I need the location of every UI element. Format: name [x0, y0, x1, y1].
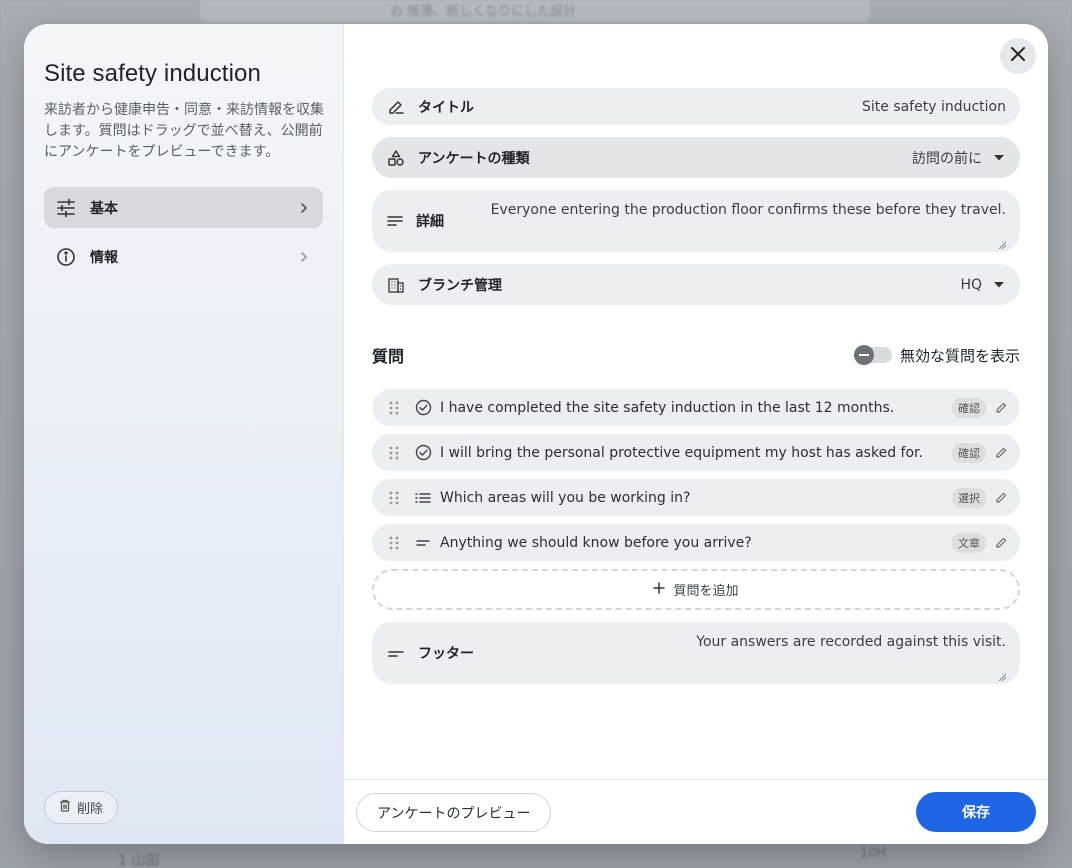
sliders-icon	[56, 198, 76, 218]
check-circle-icon	[414, 399, 432, 417]
chevron-right-icon	[297, 201, 311, 215]
branch-select-value: HQ	[960, 276, 982, 293]
short-text-icon	[414, 534, 432, 552]
pencil-icon[interactable]	[994, 536, 1008, 550]
toggle-knob	[853, 345, 874, 365]
close-icon	[1010, 46, 1026, 66]
sidebar-item-basic[interactable]: 基本	[44, 187, 323, 228]
background-top-bar: お 帳簿、新しくなりにした設計	[200, 0, 870, 22]
details-field-label: 詳細	[416, 214, 444, 230]
list-icon	[414, 489, 432, 507]
title-field[interactable]: タイトル Site safety induction	[372, 88, 1020, 125]
question-text: I will bring the personal protective equ…	[440, 444, 923, 461]
short-text-icon	[386, 643, 406, 663]
delete-button[interactable]: 削除	[44, 791, 119, 824]
show-disabled-toggle[interactable]: 無効な質問を表示	[853, 345, 1020, 366]
survey-title-heading: Site safety induction	[44, 60, 261, 87]
survey-description: 来訪者から健康申告・同意・来訪情報を収集します。質問はドラッグで並べ替え、公開前…	[44, 102, 324, 160]
close-button[interactable]	[1000, 38, 1036, 74]
branch-select-label: ブランチ管理	[418, 277, 502, 294]
toggle-label: 無効な質問を表示	[899, 346, 1020, 365]
delete-button-label: 削除	[77, 802, 104, 817]
resize-handle-icon[interactable]	[998, 234, 1007, 250]
questions-header: 質問 無効な質問を表示	[372, 343, 1020, 367]
question-text: Anything we should know before you arriv…	[440, 534, 752, 551]
question-type-badge: 選択	[952, 487, 986, 508]
trash-icon	[59, 799, 71, 816]
sidebar: Site safety induction 来訪者から健康申告・同意・来訪情報を…	[24, 24, 344, 844]
question-row[interactable]: I have completed the site safety inducti…	[372, 389, 1020, 426]
title-field-value[interactable]: Site safety induction	[578, 99, 1006, 115]
building-icon	[386, 275, 406, 295]
questions-heading: 質問	[372, 347, 405, 366]
caret-down-icon	[992, 281, 1006, 288]
chevron-right-icon	[297, 250, 311, 264]
details-field-value[interactable]: Everyone entering the production floor c…	[491, 190, 1006, 218]
branch-select[interactable]: ブランチ管理 HQ	[372, 264, 1020, 305]
survey-type-label: アンケートの種類	[418, 150, 530, 167]
sidebar-nav: 基本 情報	[44, 187, 323, 277]
details-field[interactable]: 詳細 Everyone entering the production floo…	[372, 190, 1020, 252]
background-bottom-left-text: 1 山田	[118, 853, 160, 868]
question-row[interactable]: I will bring the personal protective equ…	[372, 434, 1020, 471]
footer-field-value[interactable]: Your answers are recorded against this v…	[578, 622, 1006, 650]
survey-type-select[interactable]: アンケートの種類 訪問の前に	[372, 137, 1020, 178]
text-lines-icon	[386, 211, 404, 231]
sidebar-item-label: 基本	[90, 200, 118, 217]
info-icon	[56, 247, 76, 267]
survey-editor-modal: Site safety induction 来訪者から健康申告・同意・来訪情報を…	[24, 24, 1048, 844]
question-type-badge: 確認	[952, 442, 986, 463]
sidebar-item-label: 情報	[90, 249, 118, 266]
resize-handle-icon[interactable]	[998, 666, 1007, 682]
toggle-switch[interactable]	[853, 345, 892, 365]
drag-handle-icon[interactable]	[388, 490, 400, 506]
drag-handle-icon[interactable]	[388, 535, 400, 551]
form-content: タイトル Site safety induction アンケートの種類 訪問の前…	[372, 88, 1020, 696]
title-field-label: タイトル	[418, 99, 474, 116]
plus-icon	[653, 581, 666, 598]
shapes-icon	[386, 148, 406, 168]
question-text: Which areas will you be working in?	[440, 489, 691, 506]
footer-field-label: フッター	[418, 646, 474, 662]
sidebar-item-info[interactable]: 情報	[44, 236, 323, 277]
survey-type-value: 訪問の前に	[912, 150, 982, 167]
caret-down-icon	[992, 154, 1006, 161]
preview-survey-button[interactable]: アンケートのプレビュー	[356, 793, 552, 832]
question-type-badge: 確認	[952, 397, 986, 418]
question-type-badge: 文章	[952, 532, 986, 553]
question-row[interactable]: Which areas will you be working in? 選択	[372, 479, 1020, 516]
check-circle-icon	[414, 444, 432, 462]
question-row[interactable]: Anything we should know before you arriv…	[372, 524, 1020, 561]
pencil-icon[interactable]	[994, 401, 1008, 415]
drag-handle-icon[interactable]	[388, 445, 400, 461]
add-question-label: 質問を追加	[673, 584, 739, 599]
editor-panel: タイトル Site safety induction アンケートの種類 訪問の前…	[344, 24, 1048, 844]
action-bar: アンケートのプレビュー 保存	[344, 779, 1048, 844]
background-top-bar-text: お 帳簿、新しくなりにした設計	[390, 4, 577, 19]
pencil-icon[interactable]	[994, 446, 1008, 460]
background-bottom-right-text: 10H	[860, 846, 887, 861]
pencil-line-icon	[386, 97, 406, 117]
pencil-icon[interactable]	[994, 491, 1008, 505]
drag-handle-icon[interactable]	[388, 400, 400, 416]
footer-text-field[interactable]: フッター Your answers are recorded against t…	[372, 622, 1020, 684]
question-text: I have completed the site safety inducti…	[440, 399, 895, 416]
add-question-button[interactable]: 質問を追加	[372, 569, 1020, 610]
save-button[interactable]: 保存	[916, 792, 1036, 832]
